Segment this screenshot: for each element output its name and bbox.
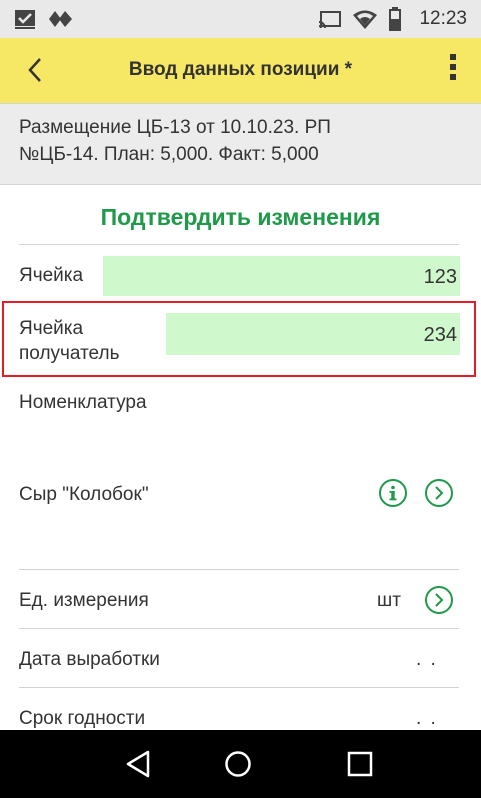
info-icon — [389, 485, 397, 501]
expiry-date-input[interactable]: . . — [416, 708, 438, 730]
app-bar: Ввод данных позиции * — [0, 38, 481, 103]
checkbox-icon — [15, 10, 35, 29]
diamond-icon — [49, 11, 72, 27]
info-button[interactable] — [379, 479, 407, 507]
production-date-label: Дата выработки — [19, 649, 160, 670]
recipient-cell-input[interactable]: 234 — [166, 313, 460, 355]
expiry-date-label: Срок годности — [19, 708, 146, 729]
home-circle-icon[interactable] — [223, 749, 253, 779]
wifi-icon — [353, 10, 377, 29]
status-bar: 12:23 — [0, 0, 481, 38]
more-vert-icon — [443, 54, 463, 80]
system-nav-bar — [0, 730, 481, 798]
open-nomenclature-button[interactable] — [425, 479, 453, 507]
recipient-cell-label-line2: получатель — [19, 343, 120, 364]
document-info-line-1: Размещение ЦБ-13 от 10.10.23. РП — [19, 117, 331, 138]
nomenclature-value: Сыр "Колобок" — [19, 484, 149, 505]
document-info-line-2: №ЦБ-14. План: 5,000. Факт: 5,000 — [19, 144, 319, 165]
recipient-cell-label-line1: Ячейка — [19, 318, 84, 339]
chevron-right-icon — [435, 593, 444, 607]
page-title: Ввод данных позиции * — [128, 59, 353, 80]
cell-input[interactable]: 123 — [103, 256, 460, 296]
unit-value: шт — [377, 590, 401, 611]
production-date-input[interactable]: . . — [416, 649, 438, 671]
chevron-right-icon — [435, 486, 444, 500]
battery-icon — [389, 7, 401, 31]
confirm-changes-button[interactable]: Подтвердить изменения — [0, 196, 481, 238]
more-menu-button[interactable] — [443, 54, 463, 88]
cell-label: Ячейка — [19, 265, 84, 286]
divider — [19, 244, 459, 245]
unit-label: Ед. измерения — [19, 590, 149, 611]
cast-icon — [318, 11, 341, 29]
select-unit-button[interactable] — [425, 586, 453, 614]
divider — [19, 569, 459, 570]
clock-time: 12:23 — [419, 8, 467, 29]
document-info-header: Размещение ЦБ-13 от 10.10.23. РП №ЦБ-14.… — [0, 103, 481, 185]
back-triangle-icon[interactable] — [123, 749, 153, 779]
divider — [19, 687, 459, 688]
divider — [19, 628, 459, 629]
nomenclature-label: Номенклатура — [19, 392, 147, 413]
recents-square-icon[interactable] — [345, 749, 375, 779]
